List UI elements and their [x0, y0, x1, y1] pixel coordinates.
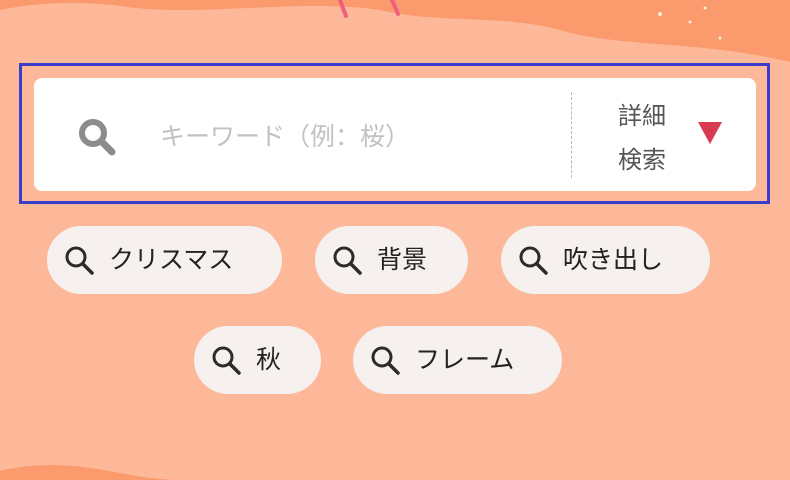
triangle-down-icon: [698, 122, 722, 144]
tag-chip-label: 背景: [377, 245, 428, 274]
tag-chip-christmas[interactable]: クリスマス: [47, 226, 282, 294]
advanced-search-label-line1: 詳細: [618, 102, 666, 130]
tag-chip-label: 吹き出し: [563, 245, 664, 274]
tag-chip-label: クリスマス: [109, 245, 234, 274]
tag-chip-label: フレーム: [415, 345, 515, 374]
search-divider: [571, 92, 572, 178]
search-icon: [212, 346, 241, 375]
tag-chip-label: 秋: [256, 345, 282, 374]
search-icon: [65, 246, 94, 275]
search-icon: [371, 346, 400, 375]
search-icon: [519, 246, 548, 275]
search-icon[interactable]: [76, 116, 118, 158]
tag-chip-autumn[interactable]: 秋: [194, 326, 321, 394]
tag-chip-speech-bubble[interactable]: 吹き出し: [501, 226, 710, 294]
advanced-search-label-line2: 検索: [618, 146, 666, 174]
background-wave-bottom: [0, 465, 180, 480]
keyword-search-input[interactable]: [160, 110, 550, 162]
advanced-search-label: 詳細 検索: [610, 94, 674, 182]
advanced-search-button[interactable]: 詳細 検索: [600, 90, 740, 182]
tag-chip-background[interactable]: 背景: [315, 226, 468, 294]
tag-chip-frame[interactable]: フレーム: [353, 326, 562, 394]
search-icon: [333, 246, 362, 275]
